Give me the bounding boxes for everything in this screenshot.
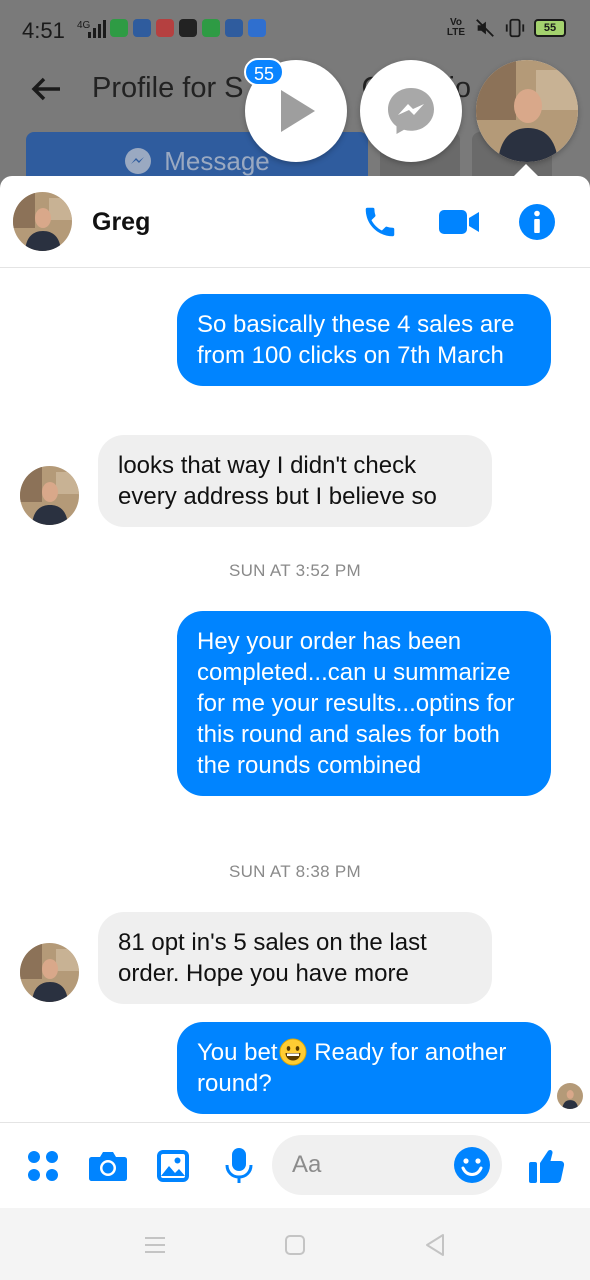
incoming-message[interactable]: 81 opt in's 5 sales on the last order. H… [98,912,492,1004]
gallery-icon [157,1150,189,1182]
app-icon [179,19,197,37]
contact-name[interactable]: Greg [92,208,150,237]
video-camera-icon [439,210,479,234]
chathead-badge: 55 [244,58,284,86]
info-button[interactable] [515,200,559,244]
volte-indicator: Vo LTE [446,17,466,38]
back-triangle-icon [426,1234,444,1256]
message-composer [0,1122,590,1208]
avatar[interactable] [13,192,72,251]
outgoing-message[interactable]: You bet Ready for another round? [177,1022,551,1114]
chat-panel: Greg So basically these 4 sales are from… [0,176,590,1208]
outgoing-message[interactable]: So basically these 4 sales are from 100 … [177,294,551,386]
message-list: So basically these 4 sales are from 100 … [0,268,590,1122]
apps-grid-icon [28,1151,58,1181]
messenger-chathead[interactable] [360,60,462,162]
back-nav-button[interactable] [420,1230,450,1260]
seen-indicator-avatar [557,1083,583,1109]
info-icon [519,204,555,240]
grinning-face-emoji-icon [279,1038,307,1066]
home-square-icon [285,1235,305,1255]
emoji-icon [454,1147,490,1183]
message-timestamp: SUN AT 3:52 PM [228,561,362,580]
battery-indicator: 55 [534,19,566,37]
like-button[interactable] [524,1143,570,1189]
message-timestamp: SUN AT 8:38 PM [228,862,362,881]
avatar[interactable] [20,943,79,1002]
outlook-icon [225,19,243,37]
call-button[interactable] [358,200,402,244]
microphone-icon [225,1148,253,1183]
menu-icon [145,1237,165,1253]
whatsapp-icon [110,19,128,37]
thumbs-up-icon [529,1149,565,1183]
phone-icon [365,207,395,237]
system-navigation-bar [0,1208,590,1280]
message-input[interactable] [292,1147,442,1183]
mute-icon [476,19,494,37]
message-text: You bet [197,1039,278,1066]
video-call-button[interactable] [437,200,481,244]
signal-icon [88,20,106,38]
notification-icons [110,19,266,37]
app-icon [202,19,220,37]
messenger-icon [125,148,152,174]
home-nav-button[interactable] [280,1230,310,1260]
facebook-icon [133,19,151,37]
app-icon [156,19,174,37]
contact-chathead[interactable] [476,60,578,162]
incoming-message[interactable]: looks that way I didn't check every addr… [98,435,492,527]
play-icon [281,90,315,132]
chat-header: Greg [0,176,590,268]
back-arrow-icon[interactable] [30,74,62,104]
apps-button[interactable] [20,1143,66,1189]
avatar [476,60,578,162]
vibrate-icon [505,18,525,38]
camera-button[interactable] [85,1143,131,1189]
messenger-icon [388,88,434,134]
voice-button[interactable] [216,1143,262,1189]
gallery-button[interactable] [150,1143,196,1189]
status-bar: 4:51 4G Vo LTE 55 [0,0,590,58]
outgoing-message[interactable]: Hey your order has been completed...can … [177,611,551,796]
messenger-notif-icon [248,19,266,37]
avatar[interactable] [20,466,79,525]
status-right: Vo LTE 55 [446,17,566,39]
camera-icon [89,1152,127,1181]
menu-nav-button[interactable] [140,1230,170,1260]
emoji-button[interactable] [452,1145,492,1190]
status-time: 4:51 [22,18,65,43]
message-input-box[interactable] [272,1135,502,1195]
